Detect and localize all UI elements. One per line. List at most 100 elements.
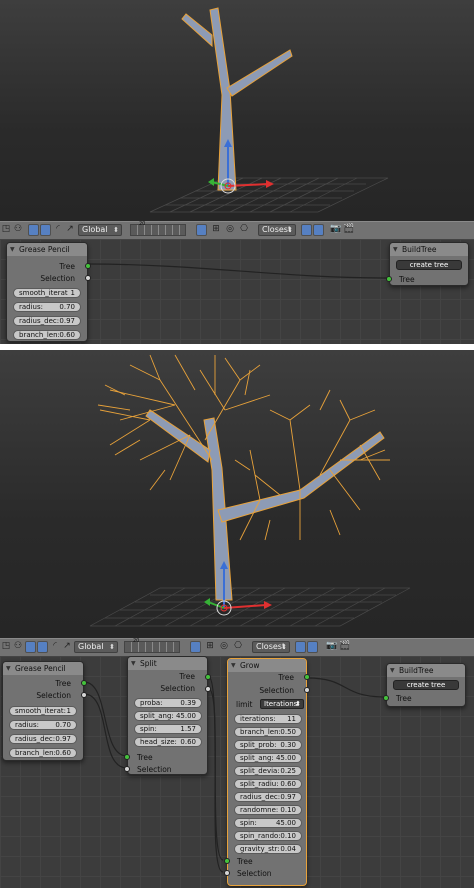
view-icon[interactable]: ◳	[0, 223, 12, 235]
curve-icon[interactable]: ◜	[52, 223, 64, 235]
tree-trunk	[145, 409, 385, 601]
split-ang-field[interactable]: split_ang: 45.00	[134, 711, 202, 721]
render-icon[interactable]: 📷	[326, 640, 338, 652]
input-selection-socket[interactable]	[224, 870, 230, 876]
radius-dec-field[interactable]: radius_dec: 0.97	[13, 316, 81, 326]
node-header[interactable]: ▼ Split	[128, 657, 207, 670]
node-header[interactable]: ▼ Grow	[228, 659, 306, 672]
rotate-manipulator-button[interactable]	[37, 641, 48, 653]
object-mode-icon[interactable]: ⚇	[12, 640, 24, 652]
create-tree-button[interactable]: create tree	[396, 260, 462, 270]
output-selection-socket[interactable]	[81, 692, 87, 698]
randomness-field[interactable]: randomne: 0.10	[234, 805, 302, 815]
pivot-icon[interactable]: ⊞	[204, 640, 216, 652]
render-animation-icon[interactable]: 🎬	[343, 223, 355, 235]
translate-manipulator-button[interactable]	[28, 224, 39, 236]
snap-project-button[interactable]	[307, 641, 318, 653]
render-icon[interactable]: 📷	[330, 223, 342, 235]
grease-pencil-node[interactable]: ▼ Grease Pencil Tree Selection smooth_ite…	[2, 661, 87, 761]
view-icon[interactable]: ◳	[0, 640, 12, 652]
arrow-icon[interactable]: ↗	[61, 640, 73, 652]
output-selection-socket[interactable]	[304, 687, 310, 693]
output-selection-label: Selection	[160, 684, 195, 693]
input-tree-socket[interactable]	[386, 276, 392, 282]
arrow-icon[interactable]: ↗	[64, 223, 76, 235]
node-header[interactable]: ▼ Grease Pencil	[7, 243, 87, 256]
lock-layers-button[interactable]	[196, 224, 207, 236]
bottom-3d-viewport[interactable]	[0, 350, 474, 638]
snap-icon[interactable]: ⎔	[238, 223, 250, 235]
snap-project-button[interactable]	[313, 224, 324, 236]
proportional-edit-icon[interactable]: ◎	[218, 640, 230, 652]
split-ang-field[interactable]: split_ang: 45.00	[234, 753, 302, 763]
limit-dropdown[interactable]: Iterations ⬍	[260, 699, 304, 709]
lock-layers-button[interactable]	[190, 641, 201, 653]
collapse-icon[interactable]: ▼	[390, 664, 395, 677]
proportional-edit-icon[interactable]: ◎	[224, 223, 236, 235]
bottom-node-editor[interactable]: ▼ Grease Pencil Tree Selection smooth_ite…	[0, 656, 474, 888]
curve-icon[interactable]: ◜	[49, 640, 61, 652]
collapse-icon[interactable]: ▼	[131, 657, 136, 670]
output-tree-socket[interactable]	[304, 674, 310, 680]
rotate-manipulator-button[interactable]	[40, 224, 51, 236]
branch-len-field[interactable]: branch_len: 0.50	[234, 727, 302, 737]
create-tree-button[interactable]: create tree	[393, 680, 459, 690]
collapse-icon[interactable]: ▼	[6, 662, 11, 675]
head-size-field[interactable]: head_size: 0.60	[134, 737, 202, 747]
snap-align-button[interactable]	[295, 641, 306, 653]
branch-len-field[interactable]: branch_len: 0.60	[9, 748, 77, 758]
collapse-icon[interactable]: ▼	[393, 243, 398, 256]
node-header[interactable]: ▼ BuildTree	[387, 664, 465, 677]
collapse-icon[interactable]: ▼	[231, 659, 236, 672]
input-selection-socket[interactable]	[124, 766, 130, 772]
collapse-icon[interactable]: ▼	[10, 243, 15, 256]
top-3d-viewport[interactable]	[0, 0, 474, 221]
smooth-iterations-field[interactable]: smooth_iterat: 1	[9, 706, 77, 716]
gravity-strength-field[interactable]: gravity_str: 0.04	[234, 844, 302, 854]
node-header[interactable]: ▼ BuildTree	[390, 243, 468, 256]
snap-align-button[interactable]	[301, 224, 312, 236]
build-tree-node[interactable]: ▼ BuildTree create tree Tree	[383, 663, 466, 707]
output-tree-socket[interactable]	[81, 680, 87, 686]
input-selection-label: Selection	[137, 765, 172, 774]
output-selection-socket[interactable]	[205, 686, 211, 692]
input-tree-socket[interactable]	[383, 695, 389, 701]
node-header[interactable]: ▼ Grease Pencil	[3, 662, 83, 675]
build-tree-node[interactable]: ▼ BuildTree create tree Tree	[386, 242, 469, 286]
input-tree-socket[interactable]	[124, 754, 130, 760]
output-selection-socket[interactable]	[85, 275, 91, 281]
snap-dropdown[interactable]: Closest ⬍	[258, 224, 296, 236]
object-mode-icon[interactable]: ⚇	[12, 223, 24, 235]
iterations-field[interactable]: iterations: 11	[234, 714, 302, 724]
translate-manipulator-button[interactable]	[25, 641, 36, 653]
grow-node[interactable]: ▼ Grow Tree Selection limit Iterations ⬍ i…	[224, 658, 310, 886]
proba-field[interactable]: proba: 0.39	[134, 698, 202, 708]
smooth-iterations-field[interactable]: smooth_iterat 1	[13, 288, 81, 298]
radius-dec-field[interactable]: radius_dec: 0.97	[9, 734, 77, 744]
orientation-dropdown[interactable]: Global ⬍	[78, 224, 122, 236]
split-radius-field[interactable]: split_radiu: 0.60	[234, 779, 302, 789]
split-prob-field[interactable]: split_prob: 0.30	[234, 740, 302, 750]
bottom-3d-view-header: ◳ ⚇ ◜ ↗ Global ⬍ 20 ⊞ ◎ ⎔ Closest ⬍ 📷 🎬	[0, 638, 474, 657]
input-tree-socket[interactable]	[224, 858, 230, 864]
snap-dropdown[interactable]: Closest ⬍	[252, 641, 290, 653]
orientation-dropdown[interactable]: Global ⬍	[74, 641, 118, 653]
split-deviation-field[interactable]: split_devia: 0.25	[234, 766, 302, 776]
render-animation-icon[interactable]: 🎬	[339, 640, 351, 652]
radius-field[interactable]: radius: 0.70	[13, 302, 81, 312]
output-selection-label: Selection	[36, 691, 71, 700]
radius-dec-field[interactable]: radius_dec: 0.97	[234, 792, 302, 802]
grease-pencil-node[interactable]: ▼ Grease Pencil Tree Selection smooth_ite…	[6, 242, 91, 342]
output-tree-socket[interactable]	[85, 263, 91, 269]
spin-field[interactable]: spin: 1.57	[134, 724, 202, 734]
spin-random-field[interactable]: spin_rando: 0.10	[234, 831, 302, 841]
snap-icon[interactable]: ⎔	[232, 640, 244, 652]
top-node-editor[interactable]: ▼ Grease Pencil Tree Selection smooth_ite…	[0, 239, 474, 344]
output-tree-label: Tree	[278, 673, 294, 682]
spin-field[interactable]: spin: 45.00	[234, 818, 302, 828]
pivot-icon[interactable]: ⊞	[210, 223, 222, 235]
output-tree-socket[interactable]	[205, 674, 211, 680]
radius-field[interactable]: radius: 0.70	[9, 720, 77, 730]
branch-len-field[interactable]: branch_len: 0.60	[13, 330, 81, 340]
split-node[interactable]: ▼ Split Tree Selection proba: 0.39 split_a…	[124, 656, 211, 775]
